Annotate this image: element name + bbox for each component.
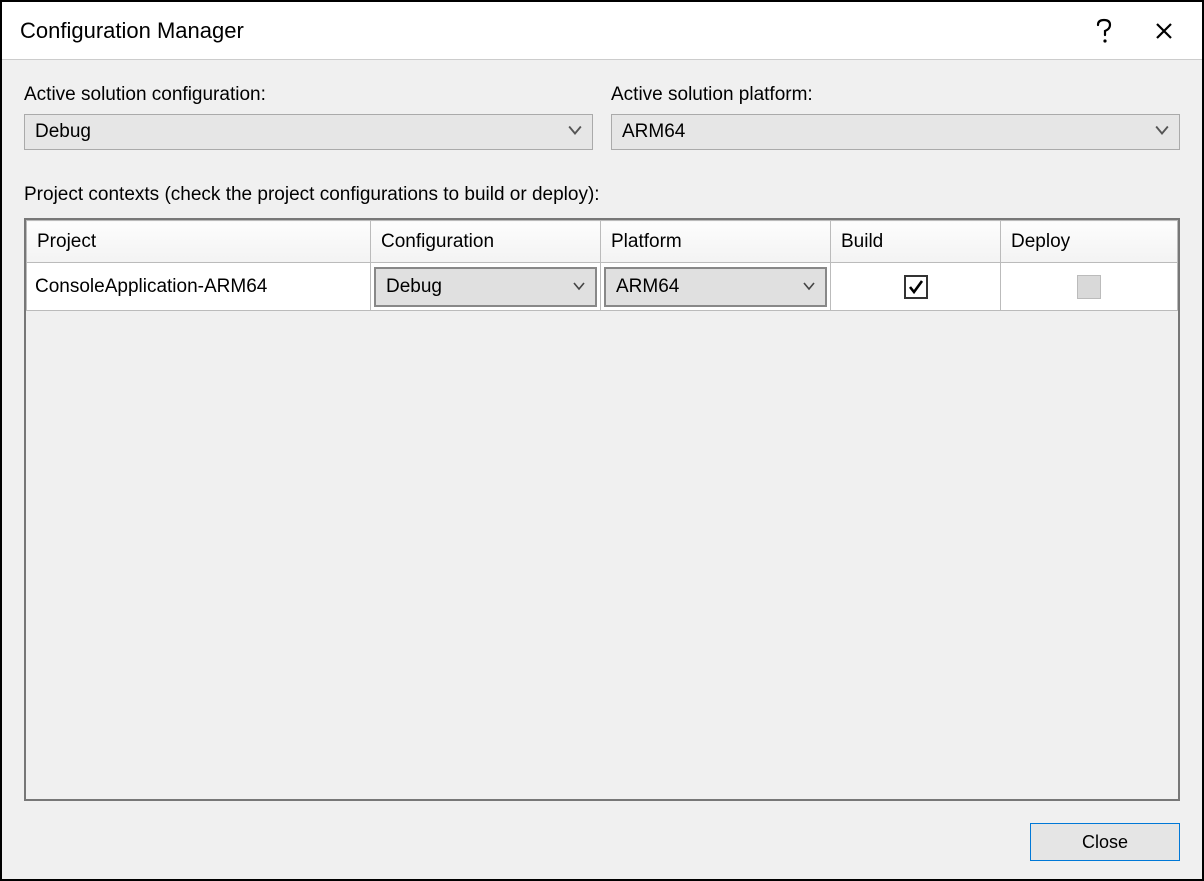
help-icon xyxy=(1096,18,1112,44)
chevron-down-icon xyxy=(1155,121,1169,143)
close-window-button[interactable] xyxy=(1134,2,1194,60)
build-checkbox[interactable] xyxy=(904,275,928,299)
row-platform-value: ARM64 xyxy=(616,276,679,298)
project-contexts-table-wrap: Project Configuration Platform Build Dep… xyxy=(24,218,1180,801)
check-icon xyxy=(907,278,925,296)
project-name-cell: ConsoleApplication-ARM64 xyxy=(27,276,370,298)
help-button[interactable] xyxy=(1074,2,1134,60)
active-platform-value: ARM64 xyxy=(622,121,685,143)
titlebar: Configuration Manager xyxy=(2,2,1202,60)
col-deploy[interactable]: Deploy xyxy=(1001,221,1178,263)
col-configuration[interactable]: Configuration xyxy=(371,221,601,263)
active-config-group: Active solution configuration: Debug xyxy=(24,84,593,150)
table-header-row: Project Configuration Platform Build Dep… xyxy=(27,221,1178,263)
configuration-manager-dialog: Configuration Manager Active solution co… xyxy=(0,0,1204,881)
active-config-combo[interactable]: Debug xyxy=(24,114,593,150)
project-contexts-table: Project Configuration Platform Build Dep… xyxy=(26,220,1178,311)
chevron-down-icon xyxy=(568,121,582,143)
close-icon xyxy=(1155,22,1173,40)
dialog-footer: Close xyxy=(24,801,1180,861)
active-platform-group: Active solution platform: ARM64 xyxy=(611,84,1180,150)
active-config-label: Active solution configuration: xyxy=(24,84,593,106)
chevron-down-icon xyxy=(803,276,815,298)
dialog-content: Active solution configuration: Debug Act… xyxy=(2,60,1202,879)
active-platform-combo[interactable]: ARM64 xyxy=(611,114,1180,150)
solution-selectors-row: Active solution configuration: Debug Act… xyxy=(24,84,1180,150)
row-configuration-value: Debug xyxy=(386,276,442,298)
active-config-value: Debug xyxy=(35,121,91,143)
chevron-down-icon xyxy=(573,276,585,298)
close-button-label: Close xyxy=(1082,832,1128,853)
dialog-title: Configuration Manager xyxy=(20,18,1074,44)
row-build-cell xyxy=(831,263,1000,310)
col-build[interactable]: Build xyxy=(831,221,1001,263)
row-configuration-combo[interactable]: Debug xyxy=(374,267,597,307)
table-row: ConsoleApplication-ARM64 Debug xyxy=(27,263,1178,311)
close-button[interactable]: Close xyxy=(1030,823,1180,861)
active-platform-label: Active solution platform: xyxy=(611,84,1180,106)
row-deploy-cell xyxy=(1001,263,1177,310)
row-platform-combo[interactable]: ARM64 xyxy=(604,267,827,307)
col-project[interactable]: Project xyxy=(27,221,371,263)
project-contexts-label: Project contexts (check the project conf… xyxy=(24,184,1180,206)
deploy-checkbox xyxy=(1077,275,1101,299)
col-platform[interactable]: Platform xyxy=(601,221,831,263)
